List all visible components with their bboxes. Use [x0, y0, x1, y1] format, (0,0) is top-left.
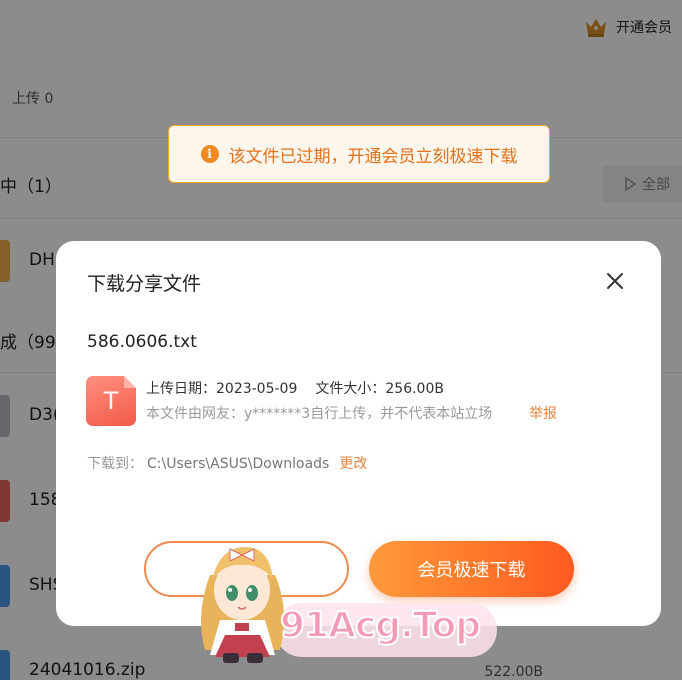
change-path-link[interactable]: 更改 — [339, 456, 367, 472]
file-name: 586.0606.txt — [87, 332, 197, 352]
save-location: 下载到： C:\Users\ASUS\Downloads 更改 — [87, 453, 367, 473]
info-icon: i — [200, 145, 219, 163]
txt-file-icon: T — [86, 376, 136, 426]
dialog-title: 下载分享文件 — [87, 273, 202, 295]
site-watermark: 91Acg.Top — [185, 535, 505, 665]
file-meta: 上传日期：2023-05-09 文件大小：256.00B — [146, 378, 444, 398]
close-icon[interactable] — [603, 269, 627, 293]
file-size: 文件大小：256.00B — [315, 381, 444, 397]
expired-toast: i 该文件已过期，开通会员立刻极速下载 — [168, 125, 550, 183]
watermark-text: 91Acg.Top — [279, 604, 482, 647]
save-path: C:\Users\ASUS\Downloads — [147, 456, 330, 472]
uploader-note: 本文件由网友：y*******3自行上传，并不代表本站立场 — [146, 406, 493, 422]
file-icon-letter: T — [103, 387, 119, 415]
toast-message: 该文件已过期，开通会员立刻极速下载 — [228, 146, 518, 167]
upload-date: 上传日期：2023-05-09 — [146, 381, 298, 397]
save-label: 下载到： — [87, 456, 143, 472]
report-link[interactable]: 举报 — [529, 403, 557, 423]
